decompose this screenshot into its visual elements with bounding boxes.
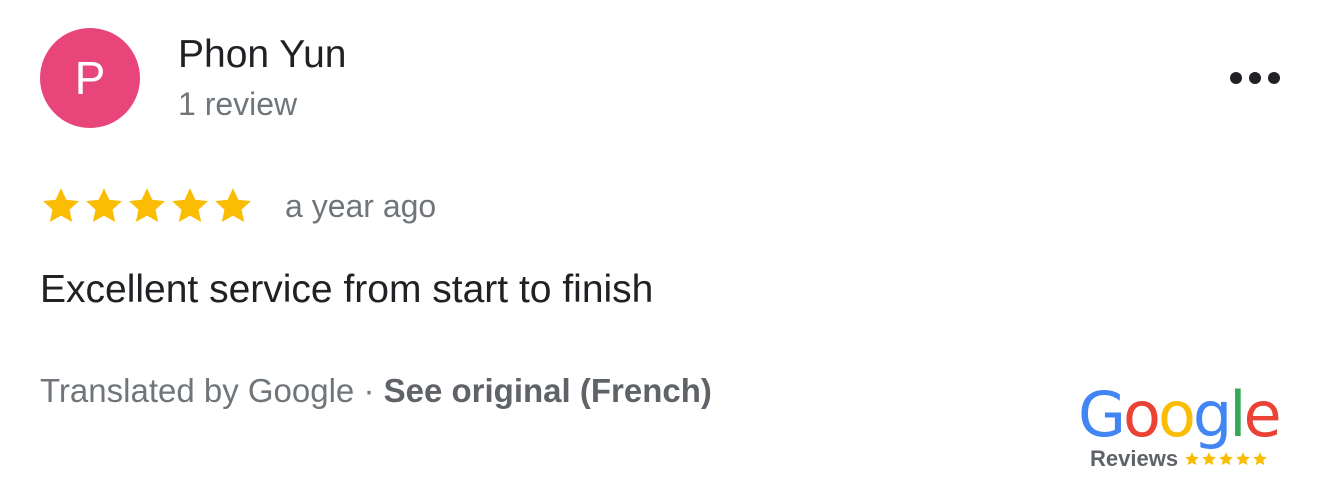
star-icon [43,188,79,223]
reviewer-name[interactable]: Phon Yun [178,32,346,78]
star-icon [172,188,208,223]
star-icon [215,188,251,223]
badge-star-icon [1253,452,1267,466]
translation-note: Translated by Google · See original (Fre… [40,370,712,412]
see-original-link[interactable]: See original (French) [384,372,712,409]
google-logo-letter: g [1192,378,1232,451]
google-reviews-badge: Reviews [1090,446,1269,472]
badge-star-icon [1219,452,1233,466]
review-date: a year ago [285,188,437,224]
google-logo-letter: e [1243,378,1282,451]
more-horizontal-icon [1230,72,1280,84]
review-text: Excellent service from start to finish [40,268,654,311]
google-logo-letter: o [1123,378,1161,451]
more-options-button[interactable] [1222,58,1288,98]
badge-stars [1184,451,1269,467]
star-rating [40,184,255,228]
badge-star-icon [1202,452,1216,466]
google-logo-letter: o [1157,378,1196,451]
badge-star-icon [1185,452,1199,466]
review-count[interactable]: 1 review [178,85,297,123]
star-icon [86,188,122,223]
google-logo: Google [1078,378,1282,452]
google-logo-letter: G [1078,378,1126,451]
google-reviews-label: Reviews [1090,446,1179,471]
translation-prefix: Translated by Google · [40,372,384,409]
google-logo-letter: l [1229,378,1246,451]
avatar[interactable]: P [40,28,140,128]
star-icon [129,188,165,223]
badge-star-icon [1236,452,1250,466]
